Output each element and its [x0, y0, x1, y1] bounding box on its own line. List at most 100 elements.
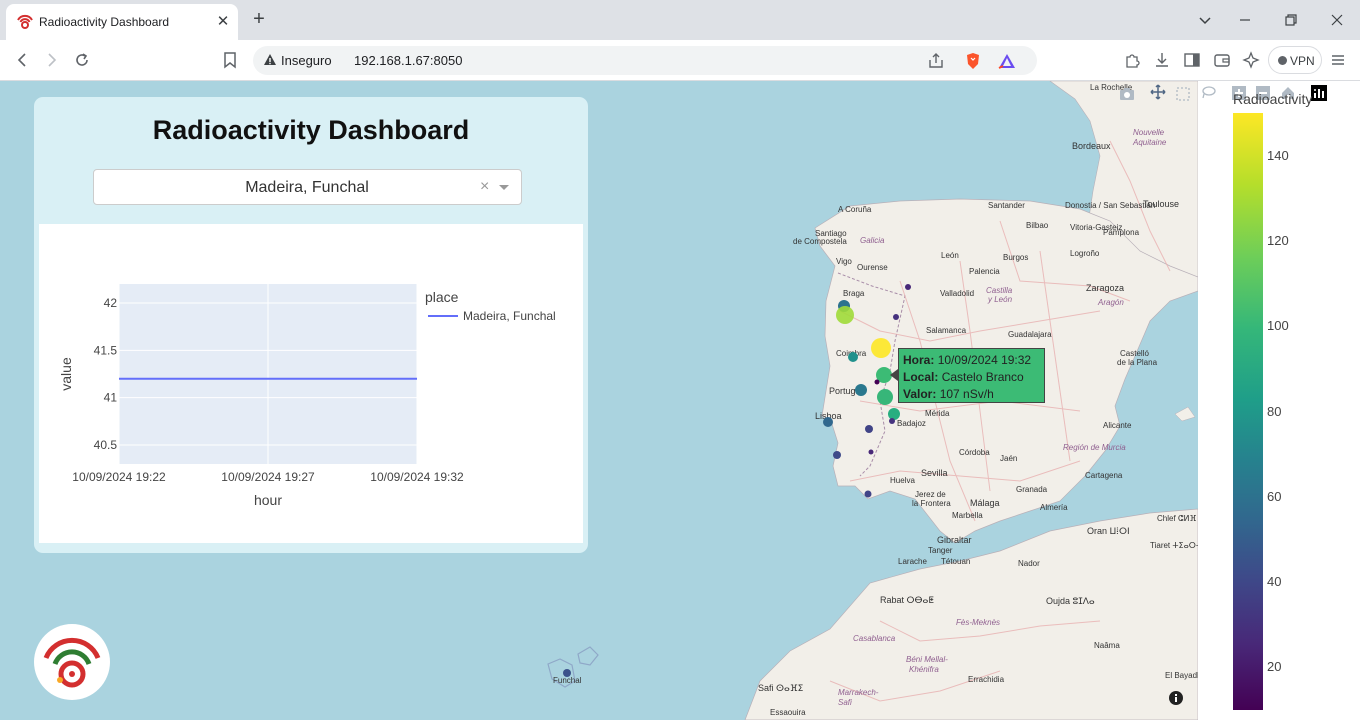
radio-waves-logo-icon: [43, 637, 101, 688]
bookmark-icon[interactable]: [219, 49, 241, 71]
download-icon[interactable]: [1152, 50, 1172, 70]
close-window-icon[interactable]: [1327, 10, 1347, 30]
map-label-nouvelle: Nouvelle: [1133, 128, 1165, 137]
map-label-donostia: Donostia / San Sebastián: [1065, 201, 1156, 210]
forward-icon[interactable]: [41, 49, 63, 71]
map-label-nador: Nador: [1018, 559, 1040, 568]
address-bar[interactable]: Inseguro 192.168.1.67:8050: [253, 46, 1037, 75]
map-label-casablanca: Casablanca: [853, 634, 896, 643]
map-label-chlef: Chlef ⵛⵍⴼ: [1157, 514, 1197, 523]
new-tab-icon[interactable]: +: [249, 9, 269, 29]
vpn-label: VPN: [1290, 54, 1315, 68]
map-label-safi-region: Safi: [838, 698, 852, 707]
map-label-huelva: Huelva: [890, 476, 915, 485]
map-label-braga: Braga: [843, 289, 865, 298]
x-tick-label: 10/09/2024 19:27: [221, 470, 315, 484]
share-icon[interactable]: [926, 51, 946, 71]
minimize-icon[interactable]: [1235, 10, 1255, 30]
url-text[interactable]: 192.168.1.67:8050: [354, 53, 462, 68]
map-label-de-la-plana: de la Plana: [1117, 358, 1158, 367]
map-label-funchal: Funchal: [553, 676, 582, 685]
plotly-logo-icon[interactable]: [1311, 85, 1327, 101]
place-dropdown[interactable]: Madeira, Funchal ×: [93, 169, 522, 205]
map-label-malaga: Málaga: [970, 498, 1000, 508]
map-label-rabat: Rabat ⵔⴱⴰⵟ: [880, 595, 934, 605]
map-label-palencia: Palencia: [969, 267, 1000, 276]
map-label-la-frontera: la Frontera: [912, 499, 951, 508]
tooltip-valor-value: 107 nSv/h: [939, 387, 994, 401]
dropdown-selected-value: Madeira, Funchal: [245, 179, 369, 196]
map-label-santander: Santander: [988, 201, 1025, 210]
colorbar-tick-label: 100: [1267, 318, 1289, 334]
x-tick-label: 10/09/2024 19:32: [370, 470, 464, 484]
menu-icon[interactable]: [1328, 50, 1348, 70]
vpn-button[interactable]: VPN: [1268, 46, 1322, 74]
browser-tab-strip: Radioactivity Dashboard ✕ +: [0, 0, 1360, 40]
sidebar-icon[interactable]: [1182, 50, 1202, 70]
colorbar-tick-label: 120: [1267, 232, 1289, 248]
line-chart: 40.5 41 41.5 42 10/09/2024 19:22 10/09/2024 1…: [39, 224, 583, 543]
map-label-errachidia: Errachidia: [968, 675, 1005, 684]
back-icon[interactable]: [11, 49, 33, 71]
restore-icon[interactable]: [1281, 10, 1301, 30]
map-label-naama: Naâma: [1094, 641, 1120, 650]
map-label-marrakech: Marrakech-: [838, 688, 879, 697]
leo-ai-icon[interactable]: [1242, 50, 1262, 70]
map-label-oujda: Oujda ⵓⵊⴷⴰ: [1046, 596, 1095, 606]
clear-icon[interactable]: ×: [480, 178, 489, 196]
map-hover-tooltip: Hora: 10/09/2024 19:32 Local: Castelo Br…: [898, 348, 1045, 403]
map-label-vigo: Vigo: [836, 257, 852, 266]
map-label-burgos: Burgos: [1003, 253, 1029, 262]
info-icon[interactable]: [1168, 690, 1184, 706]
chevron-down-icon[interactable]: [499, 185, 509, 190]
colorbar-tick-label: 20: [1267, 659, 1282, 675]
reload-icon[interactable]: [71, 49, 93, 71]
map-label-jerez: Jerez de: [915, 490, 946, 499]
brave-rewards-icon[interactable]: [997, 51, 1017, 71]
y-tick-label: 41: [104, 391, 118, 405]
x-tick-label: 10/09/2024 19:22: [72, 470, 166, 484]
map-label-el-bayadh: El Bayadh: [1165, 671, 1202, 680]
y-tick-label: 41.5: [94, 343, 118, 357]
map-label-aquitaine: Aquitaine: [1133, 138, 1167, 147]
tab-close-icon[interactable]: ✕: [214, 13, 232, 31]
map-label-essaouira: Essaouira: [770, 708, 806, 717]
map-label-tetouan: Tétouan: [941, 557, 971, 566]
colorbar-tick-label: 40: [1267, 574, 1282, 590]
map-label-tanger: Tanger: [928, 546, 953, 555]
map-label-bordeaux: Bordeaux: [1072, 141, 1111, 151]
map-label-jaen: Jaén: [1000, 454, 1018, 463]
colorbar-title: Radioactivity: [1233, 91, 1313, 107]
page-viewport: La Rochelle Bordeaux Nouvelle Aquitaine …: [0, 81, 1360, 720]
wallet-icon[interactable]: [1212, 50, 1232, 70]
y-tick-label: 42: [104, 296, 118, 310]
legend-item-label: Madeira, Funchal: [463, 309, 556, 323]
camera-icon[interactable]: [1119, 86, 1135, 102]
map-label-cartagena: Cartagena: [1085, 471, 1123, 480]
tooltip-hora-value: 10/09/2024 19:32: [937, 353, 1032, 367]
map-label-badajoz: Badajoz: [897, 419, 926, 428]
map-label-guadalajara: Guadalajara: [1008, 330, 1052, 339]
pan-icon[interactable]: [1150, 84, 1166, 100]
map-label-valladolid: Valladolid: [940, 289, 975, 298]
extensions-icon[interactable]: [1122, 50, 1142, 70]
brave-shields-icon[interactable]: [963, 51, 983, 71]
map-label-de-compostela: de Compostela: [793, 237, 847, 246]
colorbar-panel: Radioactivity 140 120 100 80 60 40 20: [1198, 81, 1360, 720]
browser-toolbar: Inseguro 192.168.1.67:8050 VPN: [0, 40, 1360, 81]
tab-search-chevron-icon[interactable]: [1195, 10, 1215, 30]
y-tick-label: 40.5: [94, 438, 118, 452]
box-select-icon[interactable]: [1175, 86, 1191, 102]
line-chart-svg: 40.5 41 41.5 42 10/09/2024 19:22 10/09/2024 1…: [58, 284, 556, 508]
map-label-tiaret: Tiaret ⵜⵉⴰⵔⵜ: [1150, 541, 1202, 550]
map-label-granada: Granada: [1016, 485, 1048, 494]
browser-tab-active[interactable]: Radioactivity Dashboard ✕: [6, 4, 238, 40]
map-label-pamplona: Pamplona: [1103, 228, 1140, 237]
tooltip-hora-label: Hora:: [903, 353, 935, 367]
map-label-ourense: Ourense: [857, 263, 888, 272]
map-label-cordoba: Córdoba: [959, 448, 990, 457]
security-status[interactable]: Inseguro: [281, 53, 332, 68]
map-label-marbella: Marbella: [952, 511, 983, 520]
warning-icon[interactable]: [263, 53, 277, 67]
lasso-select-icon[interactable]: [1200, 85, 1216, 101]
